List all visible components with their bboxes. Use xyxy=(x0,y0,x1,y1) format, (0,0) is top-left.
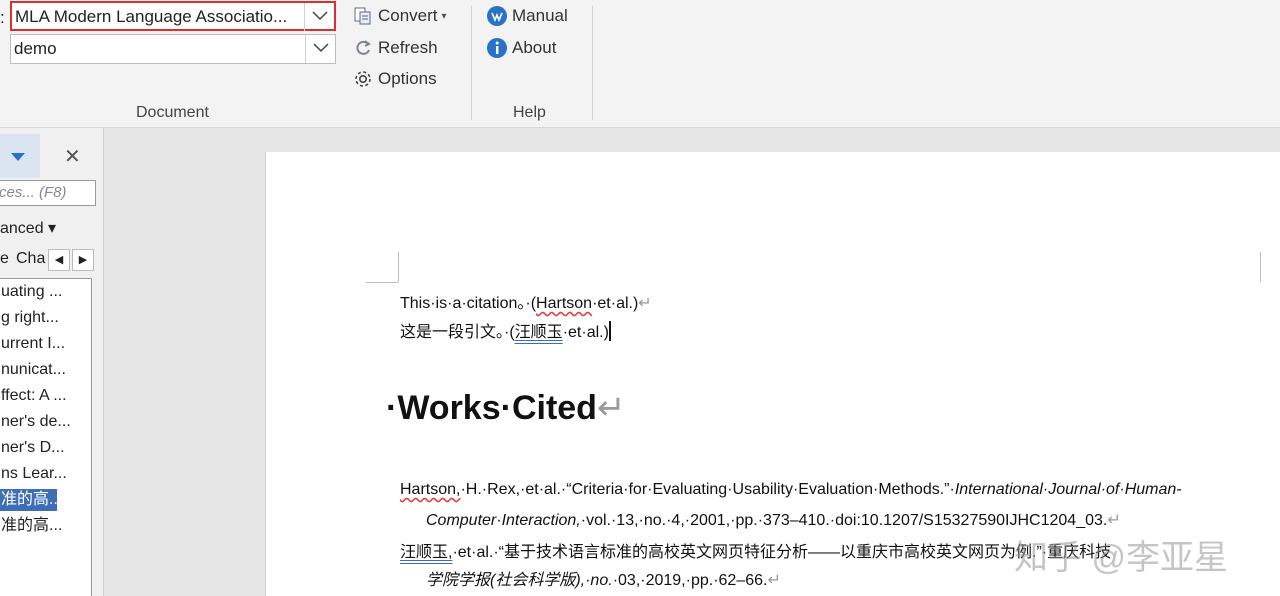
list-item[interactable]: ns Lear... xyxy=(0,461,91,487)
refresh-button[interactable]: Refresh xyxy=(352,37,438,59)
options-label: Options xyxy=(378,69,437,88)
citation-text: This·is·a·citation。·( xyxy=(400,295,537,312)
text-cursor xyxy=(608,321,611,341)
list-item[interactable]: g right... xyxy=(0,305,91,331)
reference-entry-1-line-2: Computer·Interaction,·vol.·13,·no.·4,·20… xyxy=(426,510,1121,530)
about-label: About xyxy=(512,38,557,57)
group-divider xyxy=(471,6,472,120)
citation-text: 这是一段引文。·( xyxy=(400,324,515,341)
reference-journal: Computer·Interaction, xyxy=(426,512,581,529)
reference-list: uating ... g right... urrent I... nunica… xyxy=(0,278,92,596)
citation-style-value: MLA Modern Language Associatio... xyxy=(15,7,288,26)
paragraph-mark: ↵ xyxy=(1107,512,1121,529)
convert-icon xyxy=(352,5,374,27)
citation-rest: ·et·al.) xyxy=(562,324,609,341)
list-item[interactable]: nunicat... xyxy=(0,357,91,383)
crop-mark xyxy=(1260,252,1261,282)
crop-mark xyxy=(398,252,399,282)
reference-author[interactable]: Hartson, xyxy=(400,481,460,498)
group-divider xyxy=(592,6,593,120)
citation-line-zh: 这是一段引文。·(汪顺玉·et·al.) xyxy=(400,318,611,342)
citation-author[interactable]: 汪顺玉 xyxy=(515,324,563,341)
citation-author[interactable]: Hartson xyxy=(536,295,592,312)
options-button[interactable]: Options xyxy=(352,68,437,90)
list-item[interactable]: uating ... xyxy=(0,279,91,305)
close-icon[interactable]: ✕ xyxy=(64,144,81,169)
group-label-help: Help xyxy=(513,104,546,121)
reference-pane: ✕ ces... (F8) anced ▾ e Cha ◀ ▶ uating .… xyxy=(0,128,104,596)
heading-text: ·Works·Cited xyxy=(386,389,597,427)
refresh-label: Refresh xyxy=(378,38,438,57)
library-dropdown[interactable]: demo xyxy=(10,34,336,64)
list-item[interactable]: urrent I... xyxy=(0,331,91,357)
works-cited-heading: ·Works·Cited↵ xyxy=(386,388,625,428)
ribbon: : MLA Modern Language Associatio... demo… xyxy=(0,0,1280,128)
reference-entry-2-line-2: 学院学报(社会科学版),·no.·03,·2019,·pp.·62–66.↵ xyxy=(426,566,781,590)
document-page[interactable]: This·is·a·citation。·(Hartson·et·al.)↵ 这是… xyxy=(266,152,1280,596)
list-item[interactable]: 准的高... xyxy=(0,513,91,539)
paragraph-mark: ↵ xyxy=(596,389,626,427)
reference-author[interactable]: 汪顺玉, xyxy=(400,544,452,561)
advanced-search-dropdown[interactable]: anced ▾ xyxy=(0,218,56,238)
list-item-selected[interactable]: 准的高... xyxy=(0,489,62,511)
tab-scroll-left[interactable]: ◀ xyxy=(48,249,70,271)
list-item[interactable]: ner's D... xyxy=(0,435,91,461)
convert-label: Convert xyxy=(378,6,438,25)
reference-journal: 学院学报(社会科学版),·no. xyxy=(426,572,613,589)
citation-line-en: This·is·a·citation。·(Hartson·et·al.)↵ xyxy=(400,289,652,313)
reference-text: ·et·al.·“基于技术语言标准的高校英文网页特征分析——以重庆市高校英文网页… xyxy=(452,544,1112,561)
citation-rest: ·et·al.) xyxy=(592,295,639,312)
watermark: 知乎 @李亚星 xyxy=(1014,539,1228,577)
list-item[interactable]: ffect: A ... xyxy=(0,383,91,409)
reference-text: ·H.·Rex,·et·al.·“Criteria·for·Evaluating… xyxy=(460,481,955,498)
reference-journal: International·Journal·of·Human- xyxy=(954,481,1182,498)
paragraph-mark: ↵ xyxy=(767,572,781,589)
pane-tabs: e Cha ◀ ▶ xyxy=(0,249,96,271)
library-value: demo xyxy=(14,39,57,58)
gear-icon xyxy=(352,68,374,90)
list-item[interactable]: ner's de... xyxy=(0,409,91,435)
pane-menu-button[interactable] xyxy=(0,134,40,178)
tab-partial[interactable]: e xyxy=(0,250,9,268)
search-input[interactable]: ces... (F8) xyxy=(0,180,96,206)
paragraph-mark: ↵ xyxy=(638,295,652,312)
reference-entry-1-line-1: Hartson,·H.·Rex,·et·al.·“Criteria·for·Ev… xyxy=(400,481,1182,499)
reference-text: ·03,·2019,·pp.·62–66. xyxy=(612,572,768,589)
tab-chapter[interactable]: Cha xyxy=(16,250,45,268)
refresh-icon xyxy=(352,37,374,59)
info-icon xyxy=(486,37,508,59)
chevron-down-icon[interactable] xyxy=(305,35,335,63)
style-label: : xyxy=(0,8,5,27)
about-button[interactable]: About xyxy=(486,37,556,59)
group-label-document: Document xyxy=(136,104,209,121)
reference-entry-2-line-1: 汪顺玉,·et·al.·“基于技术语言标准的高校英文网页特征分析——以重庆市高校… xyxy=(400,538,1111,562)
manual-icon xyxy=(486,5,508,27)
crop-mark xyxy=(366,282,398,283)
citation-style-dropdown[interactable]: MLA Modern Language Associatio... xyxy=(10,1,336,31)
chevron-down-icon[interactable] xyxy=(304,3,334,31)
manual-label: Manual xyxy=(512,6,568,25)
tab-scroll-right[interactable]: ▶ xyxy=(72,249,94,271)
convert-caret: ▾ xyxy=(441,10,447,22)
reference-text: ·vol.·13,·no.·4,·2001,·pp.·373–410.·doi:… xyxy=(580,512,1108,529)
manual-button[interactable]: Manual xyxy=(486,5,568,27)
convert-button[interactable]: Convert ▾ xyxy=(352,5,447,27)
